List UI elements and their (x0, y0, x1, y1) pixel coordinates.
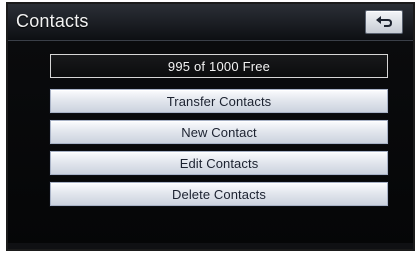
page-title: Contacts (16, 11, 89, 31)
new-contact-button[interactable]: New Contact (50, 120, 388, 144)
back-button[interactable] (365, 10, 403, 34)
bottom-divider (8, 243, 413, 249)
memory-status: 995 of 1000 Free (50, 54, 388, 78)
header-bar: Contacts (8, 4, 413, 41)
contacts-screen: Contacts 995 of 1000 Free Transfer Conta… (6, 2, 415, 251)
back-arrow-icon (376, 16, 393, 27)
transfer-contacts-button[interactable]: Transfer Contacts (50, 89, 388, 113)
delete-contacts-button[interactable]: Delete Contacts (50, 182, 388, 206)
edit-contacts-button[interactable]: Edit Contacts (50, 151, 388, 175)
content-panel: 995 of 1000 Free Transfer Contacts New C… (8, 41, 413, 249)
